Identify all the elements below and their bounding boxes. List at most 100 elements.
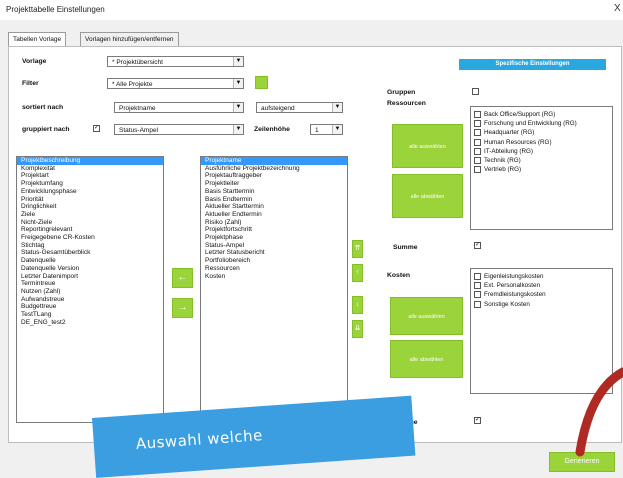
available-field-item[interactable]: Aufwandstreue	[17, 296, 163, 304]
available-field-item[interactable]: Dringlichkeit	[17, 203, 163, 211]
chevron-down-icon[interactable]: ▼	[233, 79, 243, 88]
selected-field-item[interactable]: Projektauftraggeber	[201, 172, 347, 180]
available-field-item[interactable]: Projektart	[17, 172, 163, 180]
kosten-item-checkbox[interactable]	[474, 291, 481, 299]
move-top-button[interactable]: ⇈	[352, 240, 363, 258]
filter-select[interactable]: * Alle Projekte ▼	[107, 78, 244, 89]
kosten-item-checkbox[interactable]	[474, 273, 481, 280]
available-field-item[interactable]: Freigegebene CR-Kosten	[17, 234, 163, 242]
ressource-item[interactable]: Vertrieb (RG)	[471, 165, 612, 174]
filter-edit-button[interactable]	[255, 76, 268, 89]
selected-field-item[interactable]: Projektleiter	[201, 180, 347, 188]
available-field-item[interactable]: Status-Gesamtüberblick	[17, 249, 163, 257]
kosten-item[interactable]: Fremdleistungskosten	[471, 290, 612, 299]
kosten-summe-checkbox[interactable]: ✓	[474, 417, 481, 424]
group-field-select[interactable]: Status-Ampel ▼	[114, 124, 244, 135]
chevron-down-icon[interactable]: ▼	[233, 103, 243, 112]
ressource-item[interactable]: Back Office/Support (RG)	[471, 110, 612, 119]
close-icon[interactable]: X	[614, 3, 621, 14]
selected-field-item[interactable]: Basis Endtermin	[201, 196, 347, 204]
available-field-item[interactable]: Komplexität	[17, 165, 163, 173]
row-height-label: Zeilenhöhe	[254, 126, 290, 133]
kosten-item-label: Ext. Personalkosten	[484, 282, 541, 290]
move-up-button[interactable]: ↑	[352, 264, 363, 282]
available-field-item[interactable]: Datenquelle	[17, 257, 163, 265]
kosten-label: Kosten	[387, 272, 411, 279]
chevron-down-icon[interactable]: ▼	[332, 103, 342, 112]
ressource-item[interactable]: IT-Abteilung (RG)	[471, 147, 612, 156]
ressource-item[interactable]: Forschung und Entwicklung (RG)	[471, 119, 612, 128]
selected-field-item[interactable]: Portfoliobereich	[201, 257, 347, 265]
sort-order-select[interactable]: aufsteigend ▼	[256, 102, 343, 113]
kosten-deselect-all-button[interactable]: alle abwählen	[390, 340, 463, 378]
row-height-select[interactable]: 1 ▼	[310, 124, 343, 135]
selected-field-item[interactable]: Kosten	[201, 273, 347, 281]
available-field-item[interactable]: Projektumfang	[17, 180, 163, 188]
available-field-item[interactable]: Ziele	[17, 211, 163, 219]
kosten-item[interactable]: Sonstige Kosten	[471, 300, 612, 309]
chevron-down-icon[interactable]: ▼	[233, 125, 243, 134]
selected-field-item[interactable]: Aktueller Endtermin	[201, 211, 347, 219]
kosten-item[interactable]: Eigenleistungskosten	[471, 272, 612, 281]
add-field-button[interactable]: →	[172, 298, 193, 318]
available-field-item[interactable]: Letzter Datenimport	[17, 273, 163, 281]
selected-fields-list[interactable]: Projektname Ausführliche Projektbezeichnu…	[200, 156, 348, 423]
available-field-item[interactable]: Nicht-Ziele	[17, 219, 163, 227]
ressource-item-checkbox[interactable]	[474, 120, 481, 128]
ressource-item-checkbox[interactable]	[474, 138, 481, 146]
available-field-item[interactable]: Budgettreue	[17, 303, 163, 311]
tab-vorlagen-hinzufuegen[interactable]: Vorlagen hinzufügen/entfernen	[80, 32, 179, 46]
selected-field-item[interactable]: Letzter Statusbericht	[201, 249, 347, 257]
available-field-item[interactable]: TestTLang	[17, 311, 163, 319]
available-field-item[interactable]: Reportingrelevant	[17, 226, 163, 234]
sort-field-select[interactable]: Projektname ▼	[114, 102, 244, 113]
chevron-down-icon[interactable]: ▼	[233, 57, 243, 66]
kosten-item[interactable]: Ext. Personalkosten	[471, 281, 612, 290]
gruppen-checkbox[interactable]	[472, 88, 479, 95]
available-field-item[interactable]: Stichtag	[17, 242, 163, 250]
move-down-button[interactable]: ↓	[352, 296, 363, 314]
available-field-item[interactable]: Priorität	[17, 196, 163, 204]
selected-field-item[interactable]: Ressourcen	[201, 265, 347, 273]
vorlage-select[interactable]: * Projektübersicht ▼	[107, 56, 244, 67]
ressource-item-checkbox[interactable]	[474, 166, 481, 174]
selected-field-item[interactable]: Aktueller Starttermin	[201, 203, 347, 211]
available-field-item[interactable]: Entwicklungsphase	[17, 188, 163, 196]
available-field-item[interactable]: Datenquelle Version	[17, 265, 163, 273]
kosten-item-label: Sonstige Kosten	[484, 300, 530, 308]
ressource-item[interactable]: Headquarter (RG)	[471, 128, 612, 137]
ressource-item-checkbox[interactable]	[474, 147, 481, 155]
group-field-value: Status-Ampel	[119, 127, 159, 134]
ressource-item[interactable]: Human Resources (RG)	[471, 138, 612, 147]
remove-field-button[interactable]: ←	[172, 268, 193, 288]
group-checkbox[interactable]: ✓	[93, 125, 100, 132]
selected-field-item[interactable]: Projektname	[201, 157, 347, 165]
move-bottom-button[interactable]: ⇊	[352, 320, 363, 338]
selected-field-item[interactable]: Projektfortschritt	[201, 226, 347, 234]
selected-field-item[interactable]: Status-Ampel	[201, 242, 347, 250]
ressourcen-summe-checkbox[interactable]: ✓	[474, 242, 481, 249]
ressource-item-checkbox[interactable]	[474, 111, 481, 118]
ressource-item-label: Technik (RG)	[484, 156, 521, 164]
ressourcen-select-all-button[interactable]: alle auswählen	[392, 124, 463, 168]
kosten-item-checkbox[interactable]	[474, 300, 481, 308]
selected-field-item[interactable]: Projektphase	[201, 234, 347, 242]
selected-field-item[interactable]: Risiko (Zahl)	[201, 219, 347, 227]
available-fields-list[interactable]: Projektbeschreibung Komplexität Projektart…	[16, 156, 164, 423]
available-field-item[interactable]: Nutzen (Zahl)	[17, 288, 163, 296]
available-field-item[interactable]: Projektbeschreibung	[17, 157, 163, 165]
selected-field-item[interactable]: Basis Starttermin	[201, 188, 347, 196]
selected-field-item[interactable]: Ausführliche Projektbezeichnung	[201, 165, 347, 173]
kosten-item-checkbox[interactable]	[474, 282, 481, 290]
kosten-select-all-button[interactable]: alle auswählen	[390, 297, 463, 335]
ressource-item-checkbox[interactable]	[474, 156, 481, 164]
available-field-item[interactable]: DE_ENG_test2	[17, 319, 163, 327]
ressourcen-checklist[interactable]: Back Office/Support (RG) Forschung und En…	[470, 106, 613, 230]
sort-label: sortiert nach	[22, 104, 64, 111]
ressource-item[interactable]: Technik (RG)	[471, 156, 612, 165]
tab-tabellen-vorlage[interactable]: Tabellen Vorlage	[8, 32, 67, 47]
available-field-item[interactable]: Termintreue	[17, 280, 163, 288]
ressourcen-deselect-all-button[interactable]: alle abwählen	[392, 174, 463, 218]
ressource-item-checkbox[interactable]	[474, 129, 481, 137]
chevron-down-icon[interactable]: ▼	[332, 125, 342, 134]
